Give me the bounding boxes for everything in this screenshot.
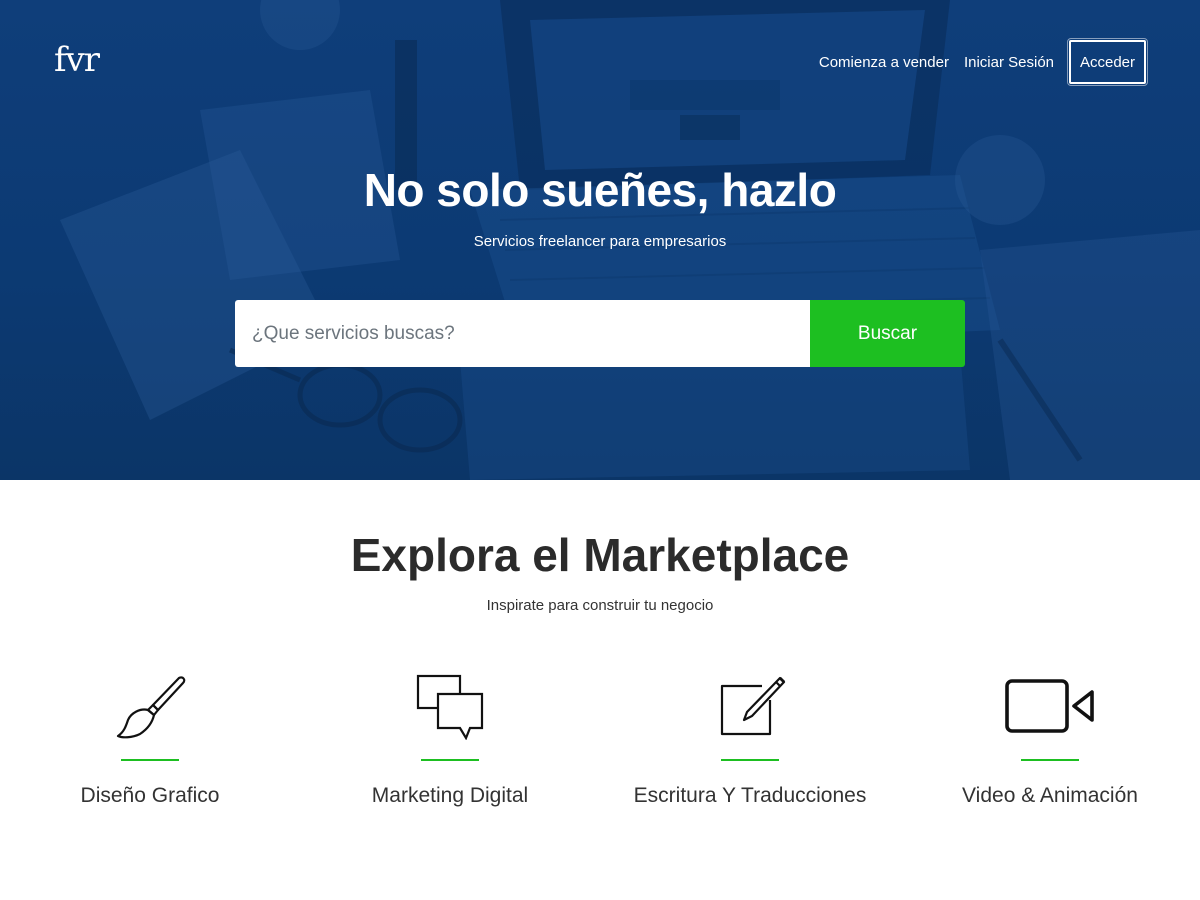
category-underline xyxy=(1021,759,1079,761)
top-nav: Comienza a vender Iniciar Sesión Acceder xyxy=(804,38,1148,86)
category-underline xyxy=(721,759,779,761)
search-button[interactable]: Buscar xyxy=(810,300,965,367)
category-video-animation[interactable]: Video & Animación xyxy=(900,672,1200,822)
nav-login-link[interactable]: Iniciar Sesión xyxy=(964,54,1054,71)
hero-subtitle: Servicios freelancer para empresarios xyxy=(473,233,727,250)
hero-section: fvr Comienza a vender Iniciar Sesión Acc… xyxy=(0,0,1200,480)
marketplace-subtitle: Inspirate para construir tu negocio xyxy=(486,597,714,614)
signup-button[interactable]: Acceder xyxy=(1067,38,1148,86)
category-underline xyxy=(121,759,179,761)
marketplace-title: Explora el Marketplace xyxy=(350,529,850,581)
chat-bubbles-icon xyxy=(416,674,484,740)
category-graphic-design[interactable]: Diseño Grafico xyxy=(0,672,300,822)
category-label: Escritura Y Traducciones xyxy=(633,784,867,807)
fvr-logo[interactable]: fvr xyxy=(54,40,100,80)
category-digital-marketing[interactable]: Marketing Digital xyxy=(300,672,600,822)
category-writing-translation[interactable]: Escritura Y Traducciones xyxy=(600,672,900,822)
paintbrush-icon xyxy=(116,676,186,739)
category-label: Marketing Digital xyxy=(371,784,529,807)
search-input[interactable]: ¿Que servicios buscas? xyxy=(235,300,810,367)
edit-icon xyxy=(720,676,786,736)
category-label: Video & Animación xyxy=(962,784,1138,807)
category-label: Diseño Grafico xyxy=(80,784,220,807)
search-bar: ¿Que servicios buscas? Buscar xyxy=(235,300,965,367)
nav-sell-link[interactable]: Comienza a vender xyxy=(819,54,949,71)
search-placeholder: ¿Que servicios buscas? xyxy=(252,322,455,344)
hero-title: No solo sueñes, hazlo xyxy=(363,164,837,216)
category-underline xyxy=(421,759,479,761)
video-camera-icon xyxy=(1005,679,1094,733)
